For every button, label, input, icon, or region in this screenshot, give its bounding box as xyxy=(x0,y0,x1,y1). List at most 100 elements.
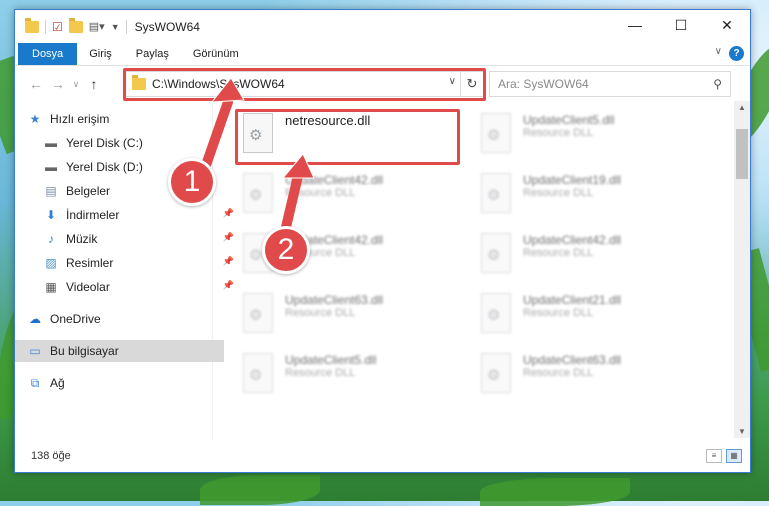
tab-file[interactable]: Dosya xyxy=(18,43,78,65)
ribbon-tabs: Dosya Giriş Paylaş Görünüm ∨ ? xyxy=(15,43,750,66)
file-name: UpdateClient5.dll xyxy=(285,353,377,367)
file-item[interactable]: UpdateClient21.dllResource DLL xyxy=(479,293,689,343)
file-type: Resource DLL xyxy=(285,307,356,319)
file-item[interactable]: UpdateClient42.dllResource DLL xyxy=(241,173,451,223)
dll-file-icon xyxy=(243,293,273,333)
sidebar-item-label: Yerel Disk (D:) xyxy=(66,160,143,174)
navigation-pane: ★ Hızlı erişim ▬ Yerel Disk (C:) ▬ Yerel… xyxy=(15,101,234,438)
sidebar-item-label: İndirmeler xyxy=(66,208,120,222)
quick-access-toolbar: ☑ ▤▾ ▼ xyxy=(15,17,127,34)
customize-toolbar-icon[interactable]: ▤▾ xyxy=(89,20,105,33)
details-view-icon[interactable]: ≡ xyxy=(706,449,722,463)
sidebar-item-label: OneDrive xyxy=(50,312,101,326)
navigation-bar: ← → ∨ ↑ C:\Windows\SysWOW64 ∨ ↻ Ara: Sys… xyxy=(15,66,750,102)
cloud-icon: ☁ xyxy=(29,312,41,326)
file-name: UpdateClient63.dll xyxy=(523,353,622,367)
dll-file-icon xyxy=(481,113,511,153)
file-name: UpdateClient5.dll xyxy=(523,113,615,127)
main-area: ★ Hızlı erişim ▬ Yerel Disk (C:) ▬ Yerel… xyxy=(15,101,750,438)
star-icon: ★ xyxy=(29,112,41,126)
dll-file-icon xyxy=(243,173,273,213)
sidebar-item-onedrive[interactable]: ☁ OneDrive xyxy=(15,308,224,330)
recent-locations-icon[interactable]: ∨ xyxy=(69,79,83,90)
separator xyxy=(45,19,46,34)
drive-icon: ▬ xyxy=(45,136,57,150)
file-name: UpdateClient42.dll xyxy=(285,173,384,187)
file-name: UpdateClient21.dll xyxy=(523,293,622,307)
scrollbar-thumb[interactable] xyxy=(736,129,748,179)
search-box[interactable]: Ara: SysWOW64 ⚲ xyxy=(489,71,731,97)
drive-icon: ▬ xyxy=(45,160,57,174)
scroll-down-icon[interactable]: ▼ xyxy=(734,427,750,436)
sidebar-item-label: Müzik xyxy=(66,232,98,246)
help-icon[interactable]: ? xyxy=(729,46,744,61)
sidebar-item-label: Yerel Disk (C:) xyxy=(66,136,143,150)
file-type: Resource DLL xyxy=(523,307,594,319)
sidebar-item-label: Belgeler xyxy=(66,184,111,198)
file-item[interactable]: UpdateClient42.dllResource DLL xyxy=(479,233,689,283)
window-title: SysWOW64 xyxy=(134,19,200,34)
up-arrow-icon[interactable]: ↑ xyxy=(83,76,105,92)
file-item[interactable]: UpdateClient5.dllResource DLL xyxy=(241,353,451,403)
properties-icon[interactable]: ☑ xyxy=(52,20,63,34)
dll-file-icon xyxy=(243,353,273,393)
item-count: 138 öğe xyxy=(31,449,71,462)
documents-icon: ▤ xyxy=(45,184,57,198)
file-type: Resource DLL xyxy=(523,127,594,139)
sidebar-item-network[interactable]: ⧉ Ağ xyxy=(15,372,224,394)
new-folder-icon[interactable] xyxy=(68,17,83,33)
tab-home[interactable]: Giriş xyxy=(77,43,124,65)
minimize-button[interactable]: — xyxy=(612,10,658,40)
network-icon: ⧉ xyxy=(30,375,40,390)
sidebar-item-label: Hızlı erişim xyxy=(50,112,110,126)
tiles-view-icon[interactable]: ▦ xyxy=(726,449,742,463)
file-name: UpdateClient19.dll xyxy=(523,173,622,187)
sidebar-item-music[interactable]: ♪ Müzik 📌 xyxy=(15,228,240,250)
back-arrow-icon[interactable]: ← xyxy=(25,76,47,92)
view-toggle: ≡ ▦ xyxy=(706,449,742,463)
file-type: Resource DLL xyxy=(523,367,594,379)
sidebar-item-label: Ağ xyxy=(50,376,65,390)
dll-file-icon xyxy=(481,173,511,213)
step-1-badge: 1 xyxy=(168,158,216,206)
file-item[interactable]: UpdateClient63.dllResource DLL xyxy=(479,353,689,403)
sidebar-item-videos[interactable]: ▦ Videolar 📌 xyxy=(15,276,240,298)
forward-arrow-icon[interactable]: → xyxy=(47,76,69,92)
sidebar-item-this-pc[interactable]: ▭ Bu bilgisayar xyxy=(15,340,224,362)
explorer-window: ☑ ▤▾ ▼ SysWOW64 — ☐ ✕ Dosya Giriş Paylaş… xyxy=(14,9,751,473)
dll-file-icon xyxy=(481,233,511,273)
sidebar-item-label: Bu bilgisayar xyxy=(50,344,119,358)
step-2-badge: 2 xyxy=(262,226,310,274)
file-type: Resource DLL xyxy=(285,187,356,199)
dll-file-icon xyxy=(481,293,511,333)
tab-share[interactable]: Paylaş xyxy=(124,43,181,65)
file-type: Resource DLL xyxy=(523,247,594,259)
sidebar-item-label: Resimler xyxy=(66,256,114,270)
sidebar-item-local-disk-c[interactable]: ▬ Yerel Disk (C:) xyxy=(15,132,240,154)
file-item[interactable]: UpdateClient5.dllResource DLL xyxy=(479,113,689,163)
video-icon: ▦ xyxy=(45,280,57,294)
title-bar: ☑ ▤▾ ▼ SysWOW64 — ☐ ✕ xyxy=(15,10,750,43)
file-name: UpdateClient63.dll xyxy=(285,293,384,307)
vertical-scrollbar[interactable]: ▲ ▼ xyxy=(734,101,750,438)
scroll-up-icon[interactable]: ▲ xyxy=(734,103,750,112)
sidebar-item-quick-access[interactable]: ★ Hızlı erişim xyxy=(15,108,224,130)
sidebar-item-pictures[interactable]: ▨ Resimler 📌 xyxy=(15,252,240,274)
file-name: UpdateClient42.dll xyxy=(523,233,622,247)
dropdown-icon[interactable]: ▼ xyxy=(111,22,120,32)
sidebar-item-label: Videolar xyxy=(66,280,110,294)
search-icon[interactable]: ⚲ xyxy=(713,77,722,91)
close-button[interactable]: ✕ xyxy=(704,10,750,40)
file-item[interactable]: UpdateClient63.dllResource DLL xyxy=(241,293,451,343)
download-icon: ⬇ xyxy=(45,208,57,222)
maximize-button[interactable]: ☐ xyxy=(658,10,704,40)
background-leaf xyxy=(480,478,630,506)
pictures-icon: ▨ xyxy=(45,256,57,270)
expand-ribbon-icon[interactable]: ∨ xyxy=(715,46,722,57)
search-input[interactable]: Ara: SysWOW64 xyxy=(498,77,713,91)
tab-view[interactable]: Görünüm xyxy=(181,43,251,65)
dll-file-icon xyxy=(481,353,511,393)
file-type: Resource DLL xyxy=(523,187,594,199)
sidebar-item-downloads[interactable]: ⬇ İndirmeler 📌 xyxy=(15,204,240,226)
file-item[interactable]: UpdateClient19.dllResource DLL xyxy=(479,173,689,223)
